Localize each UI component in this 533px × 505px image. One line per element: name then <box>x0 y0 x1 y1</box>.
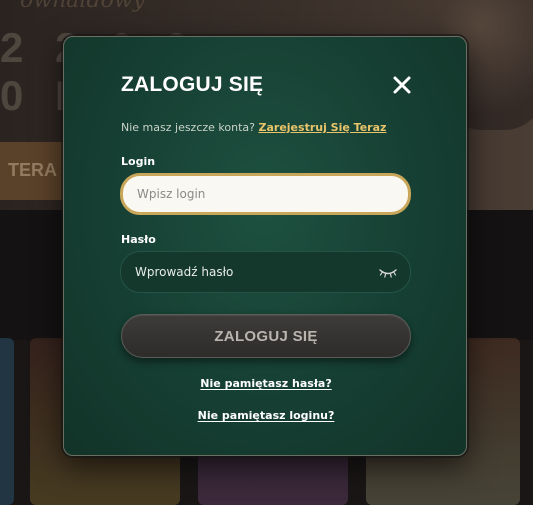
background-banner-script: ownałdowy <box>20 0 146 13</box>
register-link[interactable]: Zarejestruj Się Teraz <box>259 121 387 134</box>
forgot-login-row: Nie pamiętasz loginu? <box>64 409 468 422</box>
close-icon <box>393 76 411 94</box>
forgot-login-link[interactable]: Nie pamiętasz loginu? <box>198 409 335 422</box>
background-cta-button: TERA <box>0 142 70 200</box>
forgot-password-link[interactable]: Nie pamiętasz hasła? <box>200 377 331 390</box>
eye-closed-icon <box>379 269 397 278</box>
password-visibility-toggle[interactable] <box>378 265 398 279</box>
forgot-password-row: Nie pamiętasz hasła? <box>64 377 468 390</box>
login-submit-button[interactable]: ZALOGUJ SIĘ <box>121 314 411 358</box>
register-prompt-row: Nie masz jeszcze konta? Zarejestruj Się … <box>121 121 386 134</box>
background-game-tile <box>0 338 14 505</box>
password-field-label: Hasło <box>121 233 156 246</box>
login-field-label: Login <box>121 155 156 168</box>
password-input[interactable] <box>120 251 411 293</box>
background-cta-label: TERA <box>8 160 57 180</box>
login-modal: ZALOGUJ SIĘ Nie masz jeszcze konta? Zare… <box>63 36 467 456</box>
login-input[interactable] <box>120 173 411 215</box>
register-prompt-text: Nie masz jeszcze konta? <box>121 121 255 134</box>
modal-title: ZALOGUJ SIĘ <box>121 73 264 96</box>
close-button[interactable] <box>390 73 414 97</box>
login-page: ownałdowy 2 2 0 0 0 D TERA ZALOGUJ SIĘ N… <box>0 0 533 505</box>
